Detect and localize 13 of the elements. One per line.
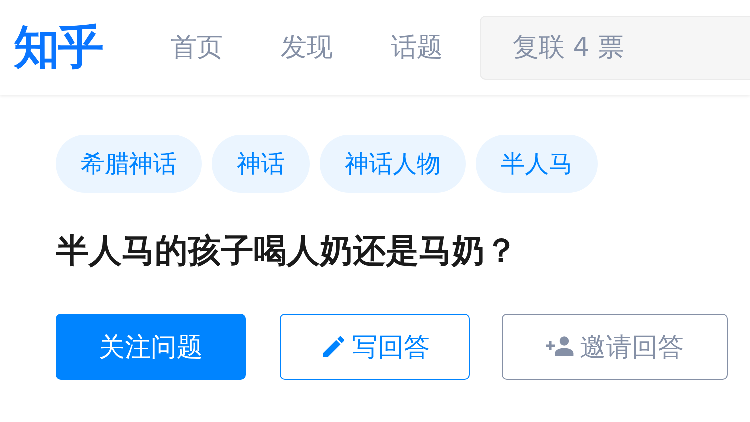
topic-tag[interactable]: 希腊神话 [56, 135, 202, 193]
nav-link[interactable]: 首页 [171, 30, 223, 65]
topic-tag[interactable]: 神话 [212, 135, 310, 193]
nav-link[interactable]: 发现 [281, 30, 333, 65]
follow-button[interactable]: 关注问题 [56, 314, 246, 380]
topic-tag[interactable]: 半人马 [476, 135, 598, 193]
topic-tag[interactable]: 神话人物 [320, 135, 466, 193]
invite-button[interactable]: 邀请回答 [502, 314, 728, 380]
nav-link[interactable]: 话题 [391, 30, 443, 65]
search-field[interactable]: 复联 4 票 [480, 16, 750, 80]
write-answer-button[interactable]: 写回答 [280, 314, 470, 380]
logo[interactable]: 知乎 [14, 16, 102, 78]
question-title: 半人马的孩子喝人奶还是马奶？ [56, 230, 519, 272]
